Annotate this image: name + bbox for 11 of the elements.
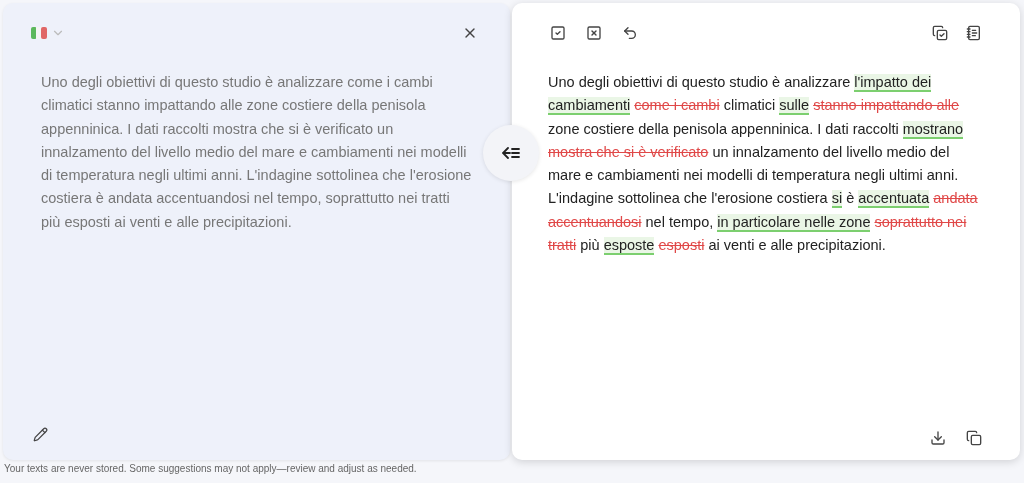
- arrow-left-lines-icon: [502, 147, 520, 159]
- accept-all-button[interactable]: [548, 23, 568, 43]
- corrected-text: Uno degli obiettivi di questo studio è analizzare l'impatto dei cambiamenti come i cambi climatici sulle stanno impattando alle zone costiere della penisola appenninica. I dati raccolti mostrano mostra che si è verificato un innalzamento del livello medio del mare e cambiamenti nei modelli di temperatura negli ultimi anni. L'indagine sottolinea che l'erosione costiera si è accentuata andata accentuandosi nel tempo, in particolare nelle zone soprattutto nei tratti più esposte esposti ai venti e alle precipitazioni.: [548, 73, 978, 258]
- footer-note: Your texts are never stored. Some suggestions may not apply—review and adjust as needed.: [3, 462, 418, 476]
- copy-button[interactable]: [964, 428, 984, 448]
- edit-button[interactable]: [31, 425, 50, 444]
- flag-icon[interactable]: [31, 27, 47, 39]
- copy-check-button[interactable]: [930, 23, 950, 43]
- download-button[interactable]: [928, 428, 948, 448]
- reject-all-button[interactable]: [584, 23, 604, 43]
- source-text: Uno degli obiettivi di questo studio è analizzare come i cambi climatici stanno impattando alle zone costiere della penisola appenninica. I dati raccolti mostra che si è verificato un innalzamento del livello medio del mare e cambiamenti nei modelli di temperatura negli ultimi anni. L'indagine sottolinea che l'erosione costiera è andata accentuandosi nel tempo, soprattutto nei tratti più esposti ai venti e alle precipitazioni.: [41, 73, 473, 232]
